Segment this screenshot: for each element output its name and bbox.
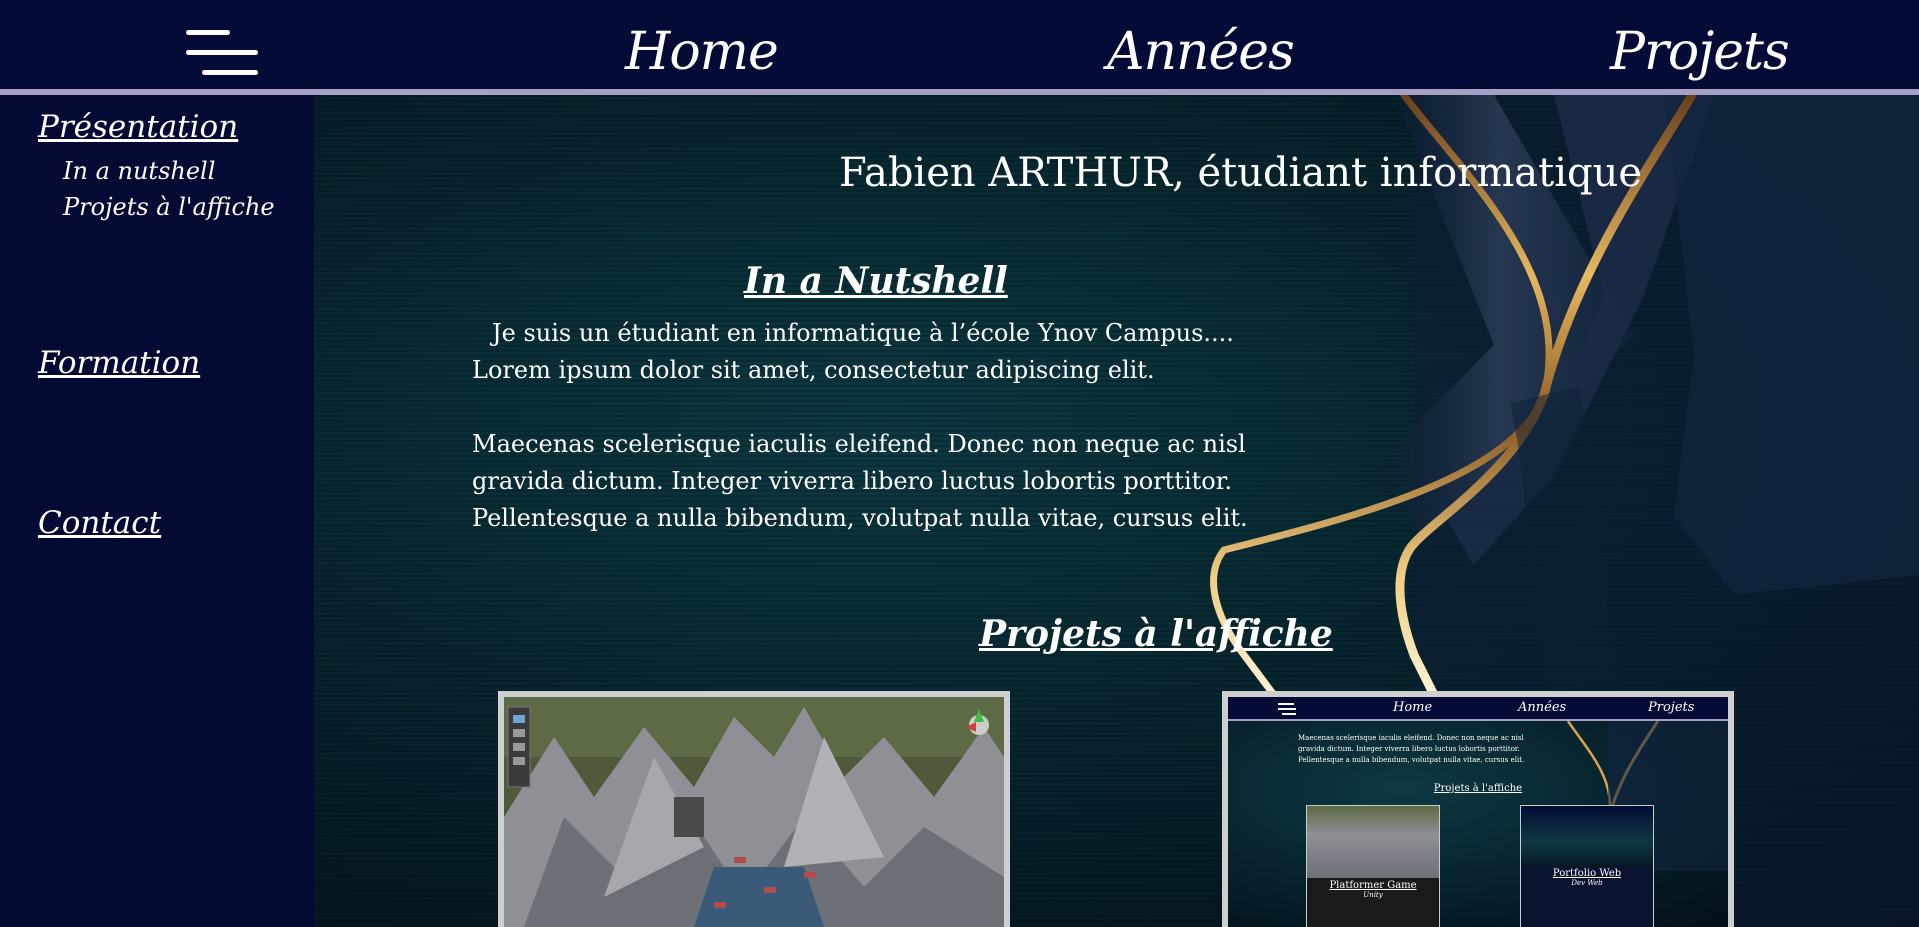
nutshell-line-2: Lorem ipsum dolor sit amet, consectetur … — [472, 356, 1155, 384]
nav-projets-link[interactable]: Projets — [1610, 22, 1790, 82]
thumb-card1-title: Platformer Game — [1329, 880, 1417, 891]
thumb-card1-sub: Unity — [1363, 891, 1383, 899]
project-card-platformer[interactable] — [498, 691, 1010, 927]
nav-annees-link[interactable]: Années — [1107, 22, 1295, 82]
projets-heading: Projets à l'affiche — [979, 613, 1333, 655]
thumb-projets-heading: Projets à l'affiche — [1433, 783, 1523, 794]
thumb-card-portfolio: Portfolio Web Dev Web — [1520, 805, 1654, 927]
top-navbar: Home Années Projets — [0, 0, 1919, 90]
thumb-text: Maecenas scelerisque iaculis eleifend. D… — [1298, 733, 1598, 766]
sidebar-item-formation[interactable]: Formation — [38, 345, 200, 381]
game-screenshot-image — [504, 697, 1004, 927]
sidebar-subitem-projets[interactable]: Projets à l'affiche — [63, 193, 275, 221]
nutshell-line-4: gravida dictum. Integer viverra libero l… — [472, 467, 1233, 495]
main-content: Fabien ARTHUR, étudiant informatique In … — [314, 95, 1919, 927]
thumb-line-3: Pellentesque a nulla bibendum, volutpat … — [1298, 756, 1525, 764]
nav-home-link[interactable]: Home — [625, 22, 779, 82]
thumb-nav-annees: Années — [1518, 700, 1567, 715]
nutshell-line-1: Je suis un étudiant en informatique à l’… — [492, 319, 1234, 347]
thumb-card2-sub: Dev Web — [1571, 879, 1603, 887]
project-card-portfolio[interactable]: Home Années Projets Maecenas scelerisque… — [1222, 691, 1734, 927]
sidebar-item-contact[interactable]: Contact — [38, 505, 161, 541]
thumb-line-1: Maecenas scelerisque iaculis eleifend. D… — [1298, 734, 1524, 742]
thumb-card-platformer: Platformer Game Unity — [1306, 805, 1440, 927]
nutshell-heading: In a Nutshell — [744, 260, 1008, 302]
project-image-platformer — [504, 697, 1004, 927]
thumb-card2-title: Portfolio Web — [1552, 868, 1622, 879]
nutshell-text: Je suis un étudiant en informatique à l’… — [472, 315, 1272, 537]
thumb-navbar: Home Années Projets — [1228, 697, 1728, 721]
thumb-line-2: gravida dictum. Integer viverra libero l… — [1298, 745, 1520, 753]
thumb-nav-projets: Projets — [1648, 700, 1695, 715]
project-image-portfolio: Home Années Projets Maecenas scelerisque… — [1228, 697, 1728, 927]
thumb-nav-home: Home — [1393, 700, 1433, 715]
page-title: Fabien ARTHUR, étudiant informatique — [838, 150, 1643, 196]
sidebar: Présentation In a nutshell Projets à l'a… — [0, 95, 314, 927]
hamburger-menu-icon[interactable] — [186, 30, 258, 75]
sidebar-subitem-nutshell[interactable]: In a nutshell — [63, 157, 215, 185]
sidebar-item-presentation[interactable]: Présentation — [38, 109, 238, 145]
nutshell-line-5: Pellentesque a nulla bibendum, volutpat … — [472, 504, 1248, 532]
nutshell-line-3: Maecenas scelerisque iaculis eleifend. D… — [472, 430, 1246, 458]
